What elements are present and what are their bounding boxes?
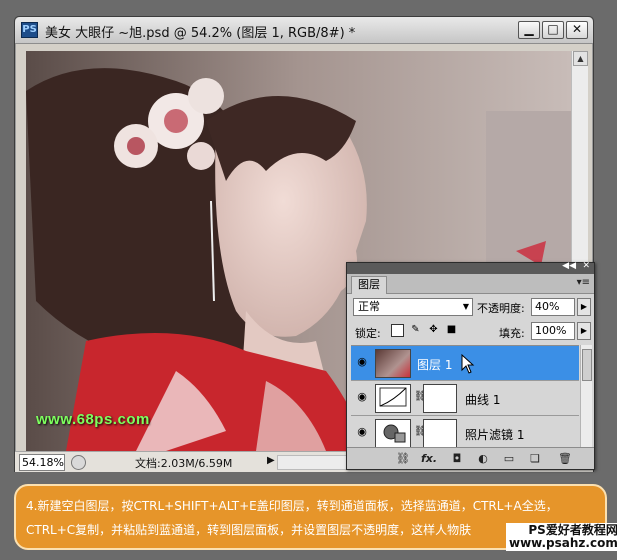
panel-tab-row: 图层 ▾≡ bbox=[347, 274, 594, 294]
curves-adjustment-icon bbox=[375, 384, 411, 413]
lock-move-icon[interactable]: ✥ bbox=[427, 324, 440, 337]
scroll-up-icon[interactable]: ▲ bbox=[573, 51, 588, 66]
document-titlebar[interactable]: PS 美女 大眼仔 ~旭.psd @ 54.2% (图层 1, RGB/8#) … bbox=[15, 17, 593, 44]
panel-grip[interactable]: ◀◀ ✕ bbox=[347, 261, 594, 274]
eye-icon[interactable]: ◉ bbox=[355, 356, 369, 368]
opacity-slider-button[interactable]: ▶ bbox=[577, 298, 591, 316]
brand-url: www.psahz.com bbox=[509, 536, 617, 550]
layer-list[interactable]: ◉ 图层 1 ◉ ⛓ 曲线 1 ◉ ⛓ 照片滤镜 1 bbox=[351, 345, 579, 447]
blend-mode-value: 正常 bbox=[358, 300, 380, 313]
adjustment-icon[interactable]: ◐ bbox=[475, 451, 491, 467]
fill-field[interactable]: 100% bbox=[531, 322, 575, 340]
collapse-icon[interactable]: ◀◀ bbox=[562, 261, 576, 271]
photo-filter-adjustment-icon bbox=[375, 419, 411, 447]
layer-name[interactable]: 图层 1 bbox=[417, 356, 452, 373]
fill-slider-button[interactable]: ▶ bbox=[577, 322, 591, 340]
lock-label: 锁定: bbox=[355, 327, 381, 340]
chevron-down-icon: ▼ bbox=[462, 302, 469, 311]
link-icon[interactable]: ⛓ bbox=[395, 451, 411, 467]
lock-transparency-icon[interactable] bbox=[391, 324, 404, 337]
eye-icon[interactable]: ◉ bbox=[355, 426, 369, 438]
mask-icon[interactable]: ◘ bbox=[449, 451, 465, 467]
layer-name[interactable]: 曲线 1 bbox=[465, 391, 500, 408]
layer-row[interactable]: ◉ ⛓ 曲线 1 bbox=[351, 381, 579, 416]
blend-mode-select[interactable]: 正常 ▼ bbox=[353, 298, 473, 316]
site-brand: PS爱好者教程网 www.psahz.com bbox=[506, 523, 617, 551]
opacity-field[interactable]: 40% bbox=[531, 298, 575, 316]
group-icon[interactable]: ▭ bbox=[501, 451, 517, 467]
status-menu-arrow-icon[interactable]: ▶ bbox=[267, 455, 275, 466]
status-info-icon[interactable] bbox=[71, 455, 86, 470]
layer-row[interactable]: ◉ ⛓ 照片滤镜 1 bbox=[351, 416, 579, 447]
document-title: 美女 大眼仔 ~旭.psd @ 54.2% (图层 1, RGB/8#) * bbox=[45, 26, 356, 41]
watermark: www.68ps.com bbox=[36, 411, 150, 428]
tab-layers[interactable]: 图层 bbox=[351, 276, 387, 294]
layer-mask-thumbnail[interactable] bbox=[423, 384, 457, 413]
fill-label: 填充: bbox=[499, 327, 525, 340]
layers-panel[interactable]: ◀◀ ✕ 图层 ▾≡ 正常 ▼ 不透明度: 40% ▶ 锁定: ✎ ✥ ■ 填充… bbox=[346, 261, 595, 470]
maximize-button[interactable]: □ bbox=[542, 21, 564, 39]
minimize-button[interactable]: ▁ bbox=[518, 21, 540, 39]
panel-menu-icon[interactable]: ▾≡ bbox=[577, 277, 590, 288]
caption-text: 4.新建空白图层，按CTRL+SHIFT+ALT+E盖印图层，转到通道面板，选择… bbox=[26, 499, 558, 537]
fx-icon[interactable]: fx. bbox=[421, 451, 437, 467]
lock-all-icon[interactable]: ■ bbox=[445, 324, 458, 337]
layer-list-scrollbar[interactable] bbox=[580, 345, 592, 447]
lock-brush-icon[interactable]: ✎ bbox=[409, 324, 422, 337]
photoshop-icon: PS bbox=[21, 22, 38, 38]
trash-icon[interactable]: 🗑 bbox=[557, 451, 573, 467]
mouse-cursor-icon bbox=[461, 354, 475, 374]
layer-mask-thumbnail[interactable] bbox=[423, 419, 457, 447]
zoom-field[interactable]: 54.18% bbox=[19, 454, 65, 471]
layer-name[interactable]: 照片滤镜 1 bbox=[465, 426, 524, 443]
opacity-label: 不透明度: bbox=[477, 302, 525, 315]
new-layer-icon[interactable]: ❏ bbox=[527, 451, 543, 467]
eye-icon[interactable]: ◉ bbox=[355, 391, 369, 403]
close-icon[interactable]: ✕ bbox=[582, 261, 590, 271]
layers-toolbar: ⛓ fx. ◘ ◐ ▭ ❏ 🗑 bbox=[347, 447, 594, 469]
close-button[interactable]: ✕ bbox=[566, 21, 588, 39]
document-size: 文档:2.03M/6.59M bbox=[135, 457, 233, 470]
scroll-thumb[interactable] bbox=[582, 349, 592, 381]
layer-thumbnail bbox=[375, 349, 411, 378]
